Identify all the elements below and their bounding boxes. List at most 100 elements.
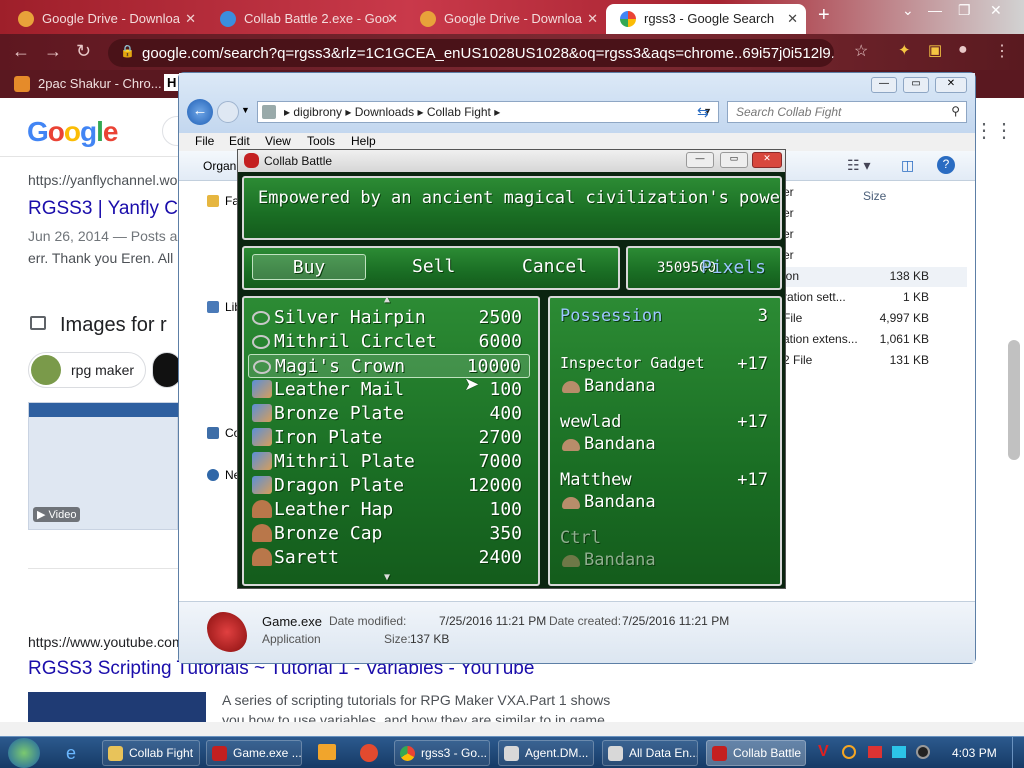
- show-desktop-button[interactable]: [1012, 737, 1024, 768]
- sidepanel-icon[interactable]: ▣: [928, 41, 942, 59]
- scroll-down-icon[interactable]: ▼: [384, 572, 390, 583]
- back-icon[interactable]: ←: [187, 99, 213, 125]
- close-tab-icon[interactable]: ✕: [387, 11, 398, 27]
- close-tab-icon[interactable]: ✕: [587, 11, 598, 27]
- browser-tab[interactable]: Google Drive - Downloa ✕: [406, 4, 606, 34]
- tray-search-icon[interactable]: [842, 745, 856, 759]
- shop-item[interactable]: Leather Hap 100: [248, 498, 530, 522]
- chevron-right-icon: ▸: [494, 105, 501, 119]
- minimize-icon[interactable]: —: [928, 2, 942, 18]
- star-icon[interactable]: ☆: [854, 41, 868, 61]
- search-input[interactable]: Search Collab Fight ⚲: [727, 101, 967, 123]
- close-window-icon[interactable]: ✕: [990, 2, 1002, 19]
- shop-item[interactable]: Iron Plate 2700: [248, 426, 530, 450]
- possession-value: 3: [757, 306, 768, 326]
- taskbar-item[interactable]: All Data En...: [602, 740, 698, 766]
- paint-icon[interactable]: [360, 744, 378, 762]
- minimize-icon[interactable]: —: [686, 152, 714, 168]
- breadcrumb-item[interactable]: Downloads: [355, 105, 414, 119]
- shop-item[interactable]: Bronze Plate 400: [248, 402, 530, 426]
- minimize-icon[interactable]: —: [871, 77, 897, 93]
- refresh-icon[interactable]: ⇆: [697, 104, 709, 121]
- start-button[interactable]: [8, 738, 40, 768]
- forward-icon[interactable]: →: [44, 41, 62, 62]
- close-tab-icon[interactable]: ✕: [185, 11, 196, 27]
- clock[interactable]: 4:03 PM: [952, 746, 997, 760]
- shop-item[interactable]: Leather Mail 100: [248, 378, 530, 402]
- tray-flag-icon[interactable]: [868, 746, 882, 758]
- sell-command[interactable]: Sell: [412, 256, 455, 277]
- maximize-icon[interactable]: ▭: [720, 152, 748, 168]
- selected-row-highlight[interactable]: [779, 267, 967, 287]
- horizontal-scrollbar[interactable]: [0, 722, 1024, 736]
- cancel-command[interactable]: Cancel: [522, 256, 587, 277]
- shop-item[interactable]: Sarett 2400: [248, 546, 530, 570]
- taskbar-item-active[interactable]: Collab Battle: [706, 740, 806, 766]
- armor-icon: [252, 428, 272, 446]
- back-icon[interactable]: ←: [12, 41, 30, 62]
- breadcrumb[interactable]: ▸ digibrony ▸ Downloads ▸ Collab Fight ▸…: [257, 101, 719, 123]
- preview-pane-icon[interactable]: ◫: [901, 157, 914, 174]
- url-bar[interactable]: 🔒 google.com/search?q=rgss3&rlz=1C1GCEA_…: [108, 39, 834, 67]
- close-icon[interactable]: ✕: [935, 77, 967, 93]
- new-tab-icon[interactable]: +: [818, 4, 830, 27]
- help-icon[interactable]: ?: [937, 156, 955, 174]
- organize-button[interactable]: Organi: [203, 159, 239, 173]
- close-icon[interactable]: ✕: [752, 152, 782, 168]
- menu-edit[interactable]: Edit: [229, 134, 250, 148]
- shop-item[interactable]: Mithril Circlet 6000: [248, 330, 530, 354]
- menu-help[interactable]: Help: [351, 134, 376, 148]
- taskbar-item[interactable]: Agent.DM...: [498, 740, 594, 766]
- view-icon[interactable]: ☷ ▾: [847, 157, 870, 174]
- shop-item[interactable]: Mithril Plate 7000: [248, 450, 530, 474]
- equipped-item: Bandana: [584, 434, 656, 454]
- ie-icon[interactable]: e: [66, 743, 76, 764]
- video-thumbnail[interactable]: [28, 692, 206, 724]
- item-name: Sarett: [274, 547, 340, 568]
- shop-item[interactable]: Silver Hairpin 2500: [248, 306, 530, 330]
- browser-tab[interactable]: Collab Battle 2.exe - Goo ✕: [206, 4, 406, 34]
- restore-icon[interactable]: ❐: [958, 2, 971, 19]
- maximize-icon[interactable]: ▭: [903, 77, 929, 93]
- shop-item[interactable]: Dragon Plate 12000: [248, 474, 530, 498]
- result-title-link[interactable]: RGSS3 | Yanfly C: [28, 198, 178, 220]
- item-price: 7000: [478, 451, 522, 472]
- shop-item[interactable]: Magi's Crown 10000: [248, 354, 530, 378]
- image-result-thumbnail[interactable]: ▶ Video: [28, 402, 179, 530]
- chip-rpg-maker[interactable]: rpg maker: [28, 352, 146, 388]
- image-icon: [30, 316, 46, 330]
- scroll-up-icon[interactable]: ▲: [384, 294, 390, 305]
- profile-icon[interactable]: ●: [958, 41, 968, 59]
- recent-dropdown-icon[interactable]: ▼: [241, 105, 250, 115]
- shop-item[interactable]: Bronze Cap 350: [248, 522, 530, 546]
- apps-icon[interactable]: ⋮⋮: [974, 118, 1014, 143]
- extension-icon[interactable]: ✦: [898, 41, 911, 59]
- ring-icon: [252, 335, 270, 349]
- menu-tools[interactable]: Tools: [307, 134, 335, 148]
- menu-file[interactable]: File: [195, 134, 214, 148]
- menu-view[interactable]: View: [265, 134, 291, 148]
- tray-network-icon[interactable]: [892, 746, 906, 758]
- tab-search-icon[interactable]: ⌄: [902, 2, 914, 19]
- page-scrollbar[interactable]: [1008, 340, 1020, 460]
- taskbar-item[interactable]: rgss3 - Go...: [394, 740, 490, 766]
- breadcrumb-item[interactable]: digibrony: [293, 105, 342, 119]
- reload-icon[interactable]: ↻: [76, 41, 91, 62]
- taskbar-item[interactable]: Collab Fight: [102, 740, 200, 766]
- tray-v-icon[interactable]: V: [818, 743, 829, 761]
- breadcrumb-item[interactable]: Collab Fight: [427, 105, 491, 119]
- browser-tab-active[interactable]: rgss3 - Google Search ✕: [606, 4, 806, 34]
- browser-tab[interactable]: Google Drive - Downloa ✕: [4, 4, 204, 34]
- media-player-icon[interactable]: [318, 744, 336, 760]
- close-tab-icon[interactable]: ✕: [787, 11, 798, 27]
- forward-icon[interactable]: [217, 101, 239, 123]
- gold-unit: Pixels: [700, 257, 766, 278]
- taskbar-item[interactable]: Game.exe ...: [206, 740, 302, 766]
- mouse-cursor-icon: ➤: [464, 374, 480, 394]
- column-header-size[interactable]: Size: [863, 189, 886, 203]
- menu-icon[interactable]: ⋮: [994, 41, 1010, 61]
- bookmark-item[interactable]: 2pac Shakur - Chro...: [38, 76, 162, 91]
- buy-command[interactable]: Buy: [252, 254, 366, 280]
- google-logo[interactable]: Google: [27, 116, 118, 148]
- tray-volume-icon[interactable]: [916, 745, 930, 759]
